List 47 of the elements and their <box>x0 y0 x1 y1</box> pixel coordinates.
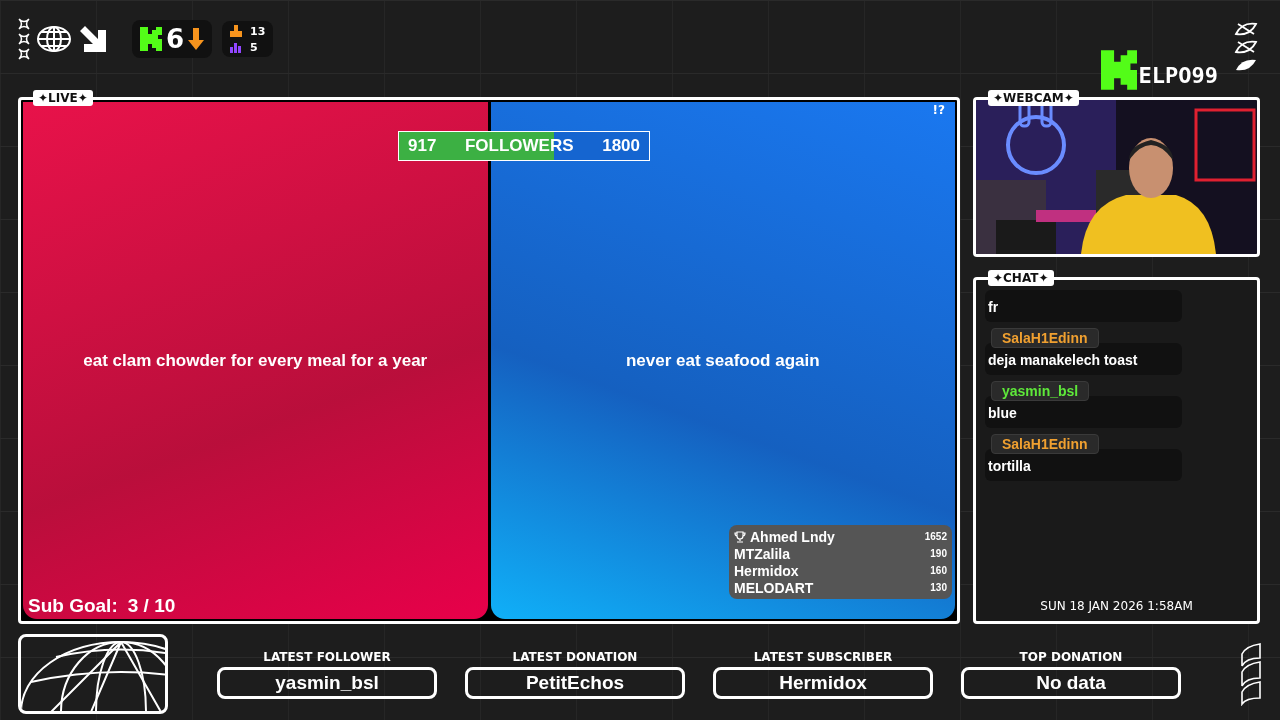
webcam-label: ✦WEBCAM✦ <box>988 90 1079 106</box>
leader-score: 1652 <box>924 531 947 542</box>
leader-name: Hermidox <box>734 562 799 579</box>
stat-value: yasmin_bsl <box>217 666 437 699</box>
leader-name: MTZalila <box>734 545 790 562</box>
chat-message: deja manakelech toast <box>985 343 1182 375</box>
chat-username: SalaH1Edinn <box>991 328 1099 348</box>
leader-score: 160 <box>930 565 947 576</box>
arrow-icon <box>78 24 108 54</box>
chat-username: SalaH1Edinn <box>991 434 1099 454</box>
leader-name: MELODART <box>734 579 814 596</box>
person-icon <box>230 25 243 37</box>
follower-goal: 1800 <box>602 136 640 156</box>
date-time: SUN 18 JAN 2026 1:58AM <box>1039 599 1194 613</box>
follower-count: 917 <box>408 136 437 156</box>
stat-value: No data <box>961 666 1181 699</box>
chat-username: yasmin_bsl <box>991 381 1090 401</box>
corner-mark: !? <box>932 103 945 117</box>
sub-goal-label: Sub Goal: <box>28 595 118 617</box>
down-arrow-icon <box>188 28 205 50</box>
logo-text: ELPO99 <box>1138 63 1218 88</box>
block-logo-icon <box>140 27 162 51</box>
rank-number: 6 <box>166 24 185 54</box>
sub-goal-value: 3 / 10 <box>127 595 176 617</box>
leader-score: 190 <box>930 548 947 559</box>
stat-label: TOP DONATION <box>1019 649 1123 664</box>
stacked-curves-icon <box>1240 642 1262 706</box>
stat-label: LATEST FOLLOWER <box>263 649 391 664</box>
live-label: ✦LIVE✦ <box>33 90 93 106</box>
trophy-icon <box>734 530 746 543</box>
option-text: eat clam chowder for every meal for a year <box>83 350 428 371</box>
stat-label: LATEST SUBSCRIBER <box>753 649 893 664</box>
chat-message: fr <box>985 290 1182 322</box>
stat-count: 5 <box>250 40 259 54</box>
globe-icon <box>36 25 72 53</box>
bars-icon <box>230 41 243 53</box>
leader-score: 130 <box>930 582 947 593</box>
sparkles-drawing <box>18 18 30 60</box>
viewer-count: 13 <box>250 24 266 38</box>
stat-label: LATEST DONATION <box>512 649 638 664</box>
leader-name: Ahmed Lndy <box>750 528 835 545</box>
stat-value: PetitEchos <box>465 666 685 699</box>
block-logo-icon <box>1100 50 1137 90</box>
chat-message: tortilla <box>985 449 1182 481</box>
chat-label: ✦CHAT✦ <box>988 270 1054 286</box>
option-text: never eat seafood again <box>625 350 820 371</box>
stat-value: Hermidox <box>713 666 933 699</box>
